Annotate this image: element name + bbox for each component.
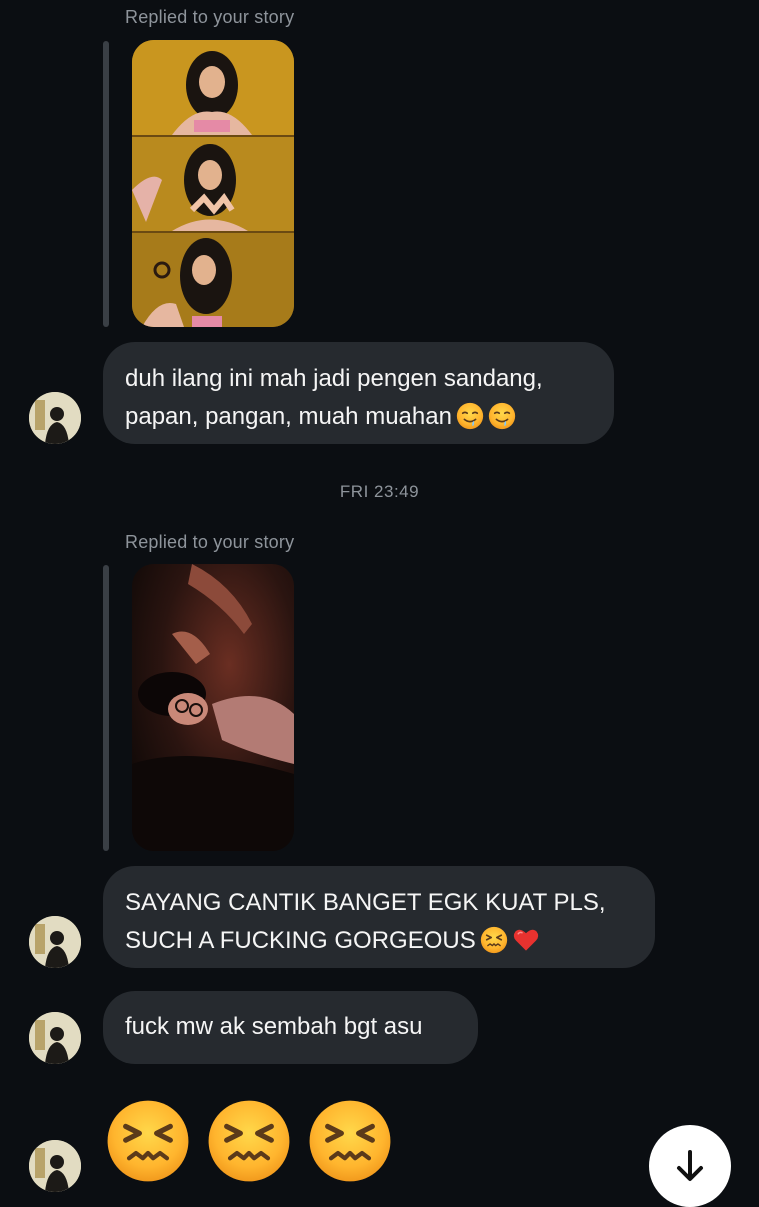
message-text-line: SUCH A FUCKING GORGEOUS — [125, 922, 633, 960]
message-text-line: papan, pangan, muah muahan — [125, 398, 592, 436]
message-text-line: duh ilang ini mah jadi pengen sandang, — [125, 365, 543, 392]
drooling-face-icon — [456, 402, 484, 430]
message-text: fuck mw ak sembah bgt asu — [125, 1013, 423, 1040]
message-bubble[interactable]: duh ilang ini mah jadi pengen sandang, p… — [103, 342, 614, 444]
message-bubble[interactable]: SAYANG CANTIK BANGET EGK KUAT PLS, SUCH … — [103, 866, 655, 968]
timestamp: FRI 23:49 — [339, 482, 420, 501]
message-text-line: SAYANG CANTIK BANGET EGK KUAT PLS, — [125, 889, 606, 916]
replied-to-story-label: Replied to your story — [125, 7, 295, 27]
confounded-face-icon — [307, 1098, 393, 1184]
replied-to-story-label: Replied to your story — [125, 532, 295, 552]
confounded-face-icon — [105, 1098, 191, 1184]
confounded-face-icon — [206, 1098, 292, 1184]
sender-avatar[interactable] — [29, 392, 81, 444]
sender-avatar[interactable] — [29, 1012, 81, 1064]
confounded-face-icon — [480, 926, 508, 954]
reply-indicator-bar — [103, 565, 109, 851]
message-bubble[interactable]: fuck mw ak sembah bgt asu — [103, 991, 478, 1064]
drooling-face-icon — [488, 402, 516, 430]
story-thumbnail[interactable] — [132, 564, 294, 851]
story-photo — [132, 564, 294, 851]
scroll-to-bottom-button[interactable] — [649, 1125, 731, 1207]
story-photo-collage — [132, 40, 294, 327]
emoji-message[interactable] — [105, 1098, 393, 1184]
arrow-down-icon — [677, 1150, 703, 1181]
reply-indicator-bar — [103, 41, 109, 327]
sender-avatar[interactable] — [29, 916, 81, 968]
red-heart-icon — [512, 926, 540, 954]
story-thumbnail[interactable] — [132, 40, 294, 327]
sender-avatar[interactable] — [29, 1140, 81, 1192]
